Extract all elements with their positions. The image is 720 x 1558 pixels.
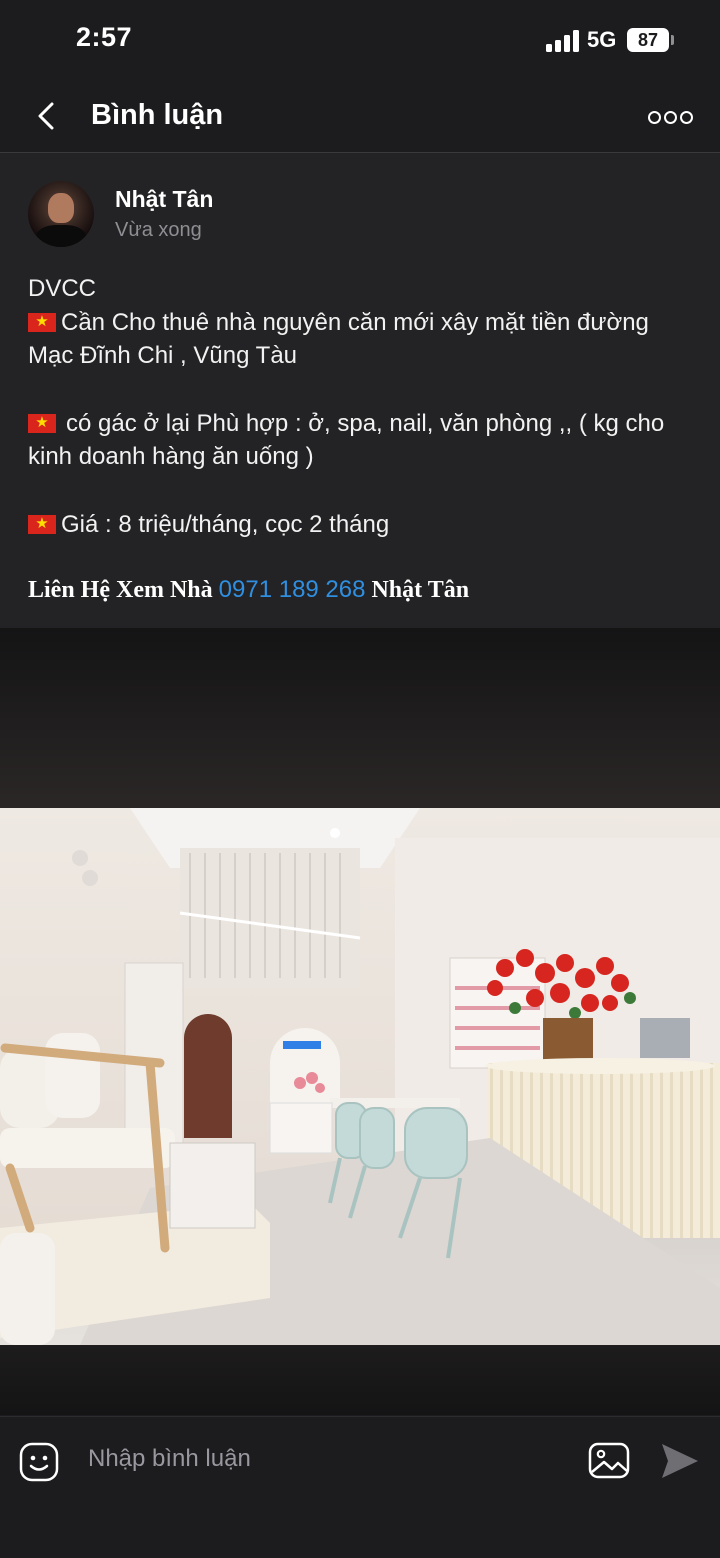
author-name[interactable]: Nhật Tân xyxy=(115,186,213,213)
page-title: Bình luận xyxy=(91,99,224,131)
post-line-2: Cần Cho thuê nhà nguyên căn mới xây mặt … xyxy=(28,306,698,373)
comment-bar xyxy=(0,1416,720,1558)
photo-area xyxy=(0,628,720,1415)
back-button[interactable] xyxy=(28,96,68,136)
phone-link[interactable]: 0971 189 268 xyxy=(219,576,366,603)
network-type: 5G xyxy=(587,27,617,52)
post-line-4: Giá : 8 triệu/tháng, cọc 2 tháng xyxy=(28,508,698,542)
image-icon xyxy=(588,1442,630,1479)
contact-prefix: Liên Hệ Xem Nhà xyxy=(28,577,213,603)
contact-line: Liên Hệ Xem Nhà 0971 189 268 Nhật Tân xyxy=(28,576,469,604)
post-time: Vừa xong xyxy=(115,219,202,241)
post: Nhật Tân Vừa xong DVCC Cần Cho thuê nhà … xyxy=(0,153,720,628)
status-time: 2:57 xyxy=(76,22,133,52)
vietnam-flag-icon xyxy=(28,514,56,534)
avatar[interactable] xyxy=(28,181,94,247)
post-body: DVCC Cần Cho thuê nhà nguyên căn mới xây… xyxy=(28,272,698,541)
vietnam-flag-icon xyxy=(28,413,56,433)
post-line-1: DVCC xyxy=(28,275,97,302)
image-button[interactable] xyxy=(588,1441,630,1481)
nav-bar: Bình luận xyxy=(0,82,720,153)
battery-icon: 87 xyxy=(627,28,669,52)
emoji-icon xyxy=(19,1442,59,1482)
chevron-left-icon xyxy=(38,102,54,130)
post-line-3: có gác ở lại Phù hợp : ở, spa, nail, văn… xyxy=(28,407,698,474)
vietnam-flag-icon xyxy=(28,312,56,332)
more-dots-icon xyxy=(648,111,661,124)
more-button[interactable] xyxy=(648,104,696,130)
contact-suffix: Nhật Tân xyxy=(371,577,470,603)
send-button[interactable] xyxy=(658,1441,700,1481)
send-icon xyxy=(662,1444,698,1478)
comment-input[interactable] xyxy=(88,1445,558,1473)
emoji-button[interactable] xyxy=(18,1441,60,1483)
battery-cap xyxy=(671,35,674,45)
status-bar: 2:57 5G 87 xyxy=(0,0,720,82)
signal-icon xyxy=(546,30,580,52)
shop-interior-photo[interactable] xyxy=(0,808,720,1345)
